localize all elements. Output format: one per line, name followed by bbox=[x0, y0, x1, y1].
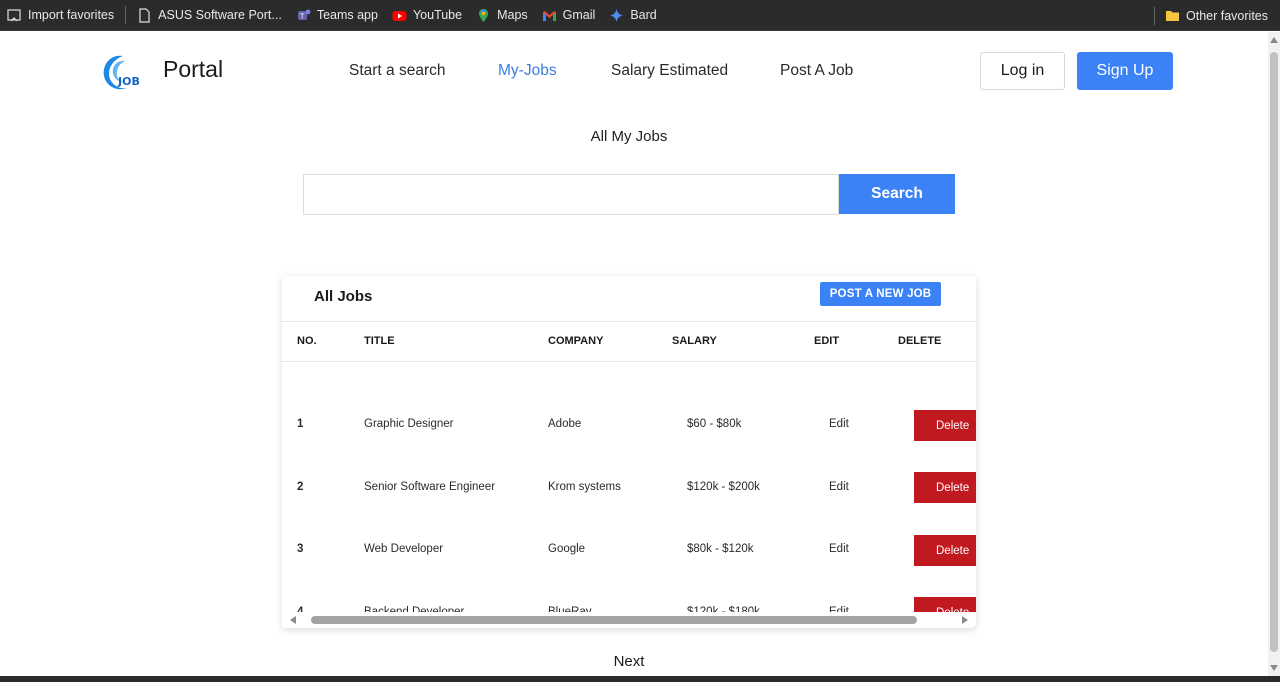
login-button[interactable]: Log in bbox=[980, 52, 1065, 90]
column-header-title: TITLE bbox=[364, 335, 395, 347]
column-header-edit: EDIT bbox=[814, 335, 840, 347]
job-salary: $80k - $120k bbox=[687, 543, 754, 555]
divider bbox=[282, 321, 976, 322]
bookmark-bard[interactable]: Bard bbox=[602, 0, 663, 30]
column-header-no: NO. bbox=[297, 335, 317, 347]
job-title: Web Developer bbox=[364, 543, 444, 555]
other-favorites[interactable]: Other favorites bbox=[1154, 0, 1268, 31]
column-header-salary: SALARY bbox=[672, 335, 717, 347]
search-button[interactable]: Search bbox=[839, 174, 955, 214]
bookmark-label: ASUS Software Port... bbox=[158, 8, 282, 22]
import-icon bbox=[7, 8, 22, 23]
bookmark-youtube[interactable]: YouTube bbox=[385, 0, 469, 30]
scrollbar-thumb[interactable] bbox=[311, 616, 917, 624]
signup-button[interactable]: Sign Up bbox=[1077, 52, 1173, 90]
bookmark-label: Other favorites bbox=[1186, 8, 1268, 23]
window-bottom-edge bbox=[0, 676, 1280, 682]
card-title: All Jobs bbox=[314, 288, 373, 305]
job-company: Adobe bbox=[548, 418, 582, 430]
scroll-right-icon[interactable] bbox=[962, 616, 968, 624]
post-new-job-button[interactable]: POST A NEW JOB bbox=[820, 282, 941, 306]
scrollbar-thumb[interactable] bbox=[1270, 52, 1278, 652]
edit-link[interactable]: Edit bbox=[829, 543, 849, 555]
logo-text: JOB bbox=[117, 75, 140, 88]
svg-text:T: T bbox=[299, 12, 305, 20]
row-number: 3 bbox=[297, 543, 304, 555]
bookmark-teams[interactable]: T Teams app bbox=[289, 0, 385, 30]
job-title: Graphic Designer bbox=[364, 418, 454, 430]
edit-link[interactable]: Edit bbox=[829, 481, 849, 493]
bookmark-divider bbox=[1154, 6, 1156, 25]
row-number: 1 bbox=[297, 418, 304, 430]
edit-link[interactable]: Edit bbox=[829, 418, 849, 430]
bookmark-label: Teams app bbox=[316, 8, 378, 22]
bookmark-maps[interactable]: Maps bbox=[469, 0, 535, 30]
bookmark-label: Bard bbox=[630, 8, 657, 22]
bookmark-label: Maps bbox=[497, 8, 528, 22]
scroll-up-icon[interactable] bbox=[1270, 37, 1278, 43]
column-header-delete: DELETE bbox=[898, 335, 942, 347]
vertical-scrollbar[interactable] bbox=[1268, 32, 1280, 676]
nav-post-a-job[interactable]: Post A Job bbox=[780, 62, 853, 80]
portal-logo[interactable]: JOB bbox=[101, 52, 149, 92]
job-company: Krom systems bbox=[548, 481, 621, 493]
bookmarks-bar: Import favorites ASUS Software Port... T… bbox=[0, 0, 1280, 31]
bookmark-import-favorites[interactable]: Import favorites bbox=[0, 0, 121, 30]
bookmark-label: YouTube bbox=[412, 8, 463, 22]
job-company: Google bbox=[548, 543, 586, 555]
page-title: All My Jobs bbox=[590, 128, 668, 145]
job-title: Senior Software Engineer bbox=[364, 481, 496, 493]
search-input[interactable] bbox=[303, 174, 839, 215]
bookmark-gmail[interactable]: Gmail bbox=[535, 0, 603, 30]
nav-my-jobs[interactable]: My-Jobs bbox=[498, 62, 557, 80]
bookmark-asus[interactable]: ASUS Software Port... bbox=[130, 0, 289, 30]
bookmark-label: Gmail bbox=[562, 8, 596, 22]
youtube-icon bbox=[392, 8, 407, 23]
brand-name[interactable]: Portal bbox=[163, 56, 223, 83]
page-content: JOB Portal Start a search My-Jobs Salary… bbox=[0, 32, 1268, 676]
next-page-link[interactable]: Next bbox=[0, 653, 1258, 670]
gmail-icon bbox=[542, 8, 557, 23]
delete-button[interactable]: Delete bbox=[914, 535, 976, 566]
job-salary: $120k - $200k bbox=[687, 481, 760, 493]
horizontal-scrollbar[interactable] bbox=[282, 612, 976, 628]
nav-salary-estimated[interactable]: Salary Estimated bbox=[611, 62, 728, 80]
bard-icon bbox=[609, 8, 624, 23]
divider bbox=[282, 361, 976, 362]
column-header-company: COMPANY bbox=[548, 335, 604, 347]
job-salary: $60 - $80k bbox=[687, 418, 742, 430]
scroll-left-icon[interactable] bbox=[290, 616, 296, 624]
delete-button[interactable]: Delete bbox=[914, 410, 976, 441]
nav-start-search[interactable]: Start a search bbox=[349, 62, 446, 80]
teams-icon: T bbox=[296, 8, 311, 23]
maps-icon bbox=[476, 8, 491, 23]
bookmark-label: Import favorites bbox=[28, 8, 115, 22]
page-icon bbox=[137, 7, 152, 23]
row-number: 2 bbox=[297, 481, 304, 493]
delete-button[interactable]: Delete bbox=[914, 472, 976, 503]
jobs-card: All Jobs POST A NEW JOB NO. TITLE COMPAN… bbox=[282, 276, 976, 628]
scroll-down-icon[interactable] bbox=[1270, 665, 1278, 671]
folder-icon bbox=[1165, 8, 1180, 23]
bookmark-divider bbox=[125, 6, 127, 24]
